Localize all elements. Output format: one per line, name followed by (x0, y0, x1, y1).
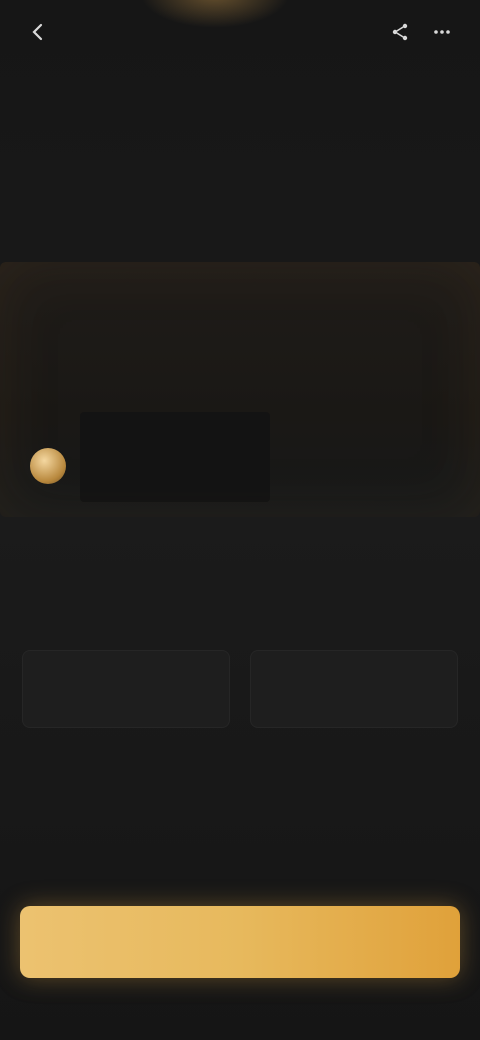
more-icon-svg (434, 30, 450, 34)
brand-glow (140, 0, 290, 28)
primary-cta-button[interactable] (20, 906, 460, 978)
option-button-1[interactable] (22, 650, 230, 728)
top-right-actions (384, 16, 458, 48)
headline-block (22, 112, 458, 124)
option-group (22, 650, 458, 728)
back-arrow-icon-svg (32, 23, 43, 41)
card-media-placeholder (80, 412, 270, 502)
share-icon[interactable] (384, 16, 416, 48)
app-screen (0, 0, 480, 1040)
avatar (30, 448, 66, 484)
back-arrow-icon[interactable] (22, 16, 54, 48)
top-bar (0, 0, 480, 64)
more-icon[interactable] (426, 16, 458, 48)
option-button-2[interactable] (250, 650, 458, 728)
share-icon-svg (392, 23, 408, 41)
promo-card (0, 262, 480, 517)
